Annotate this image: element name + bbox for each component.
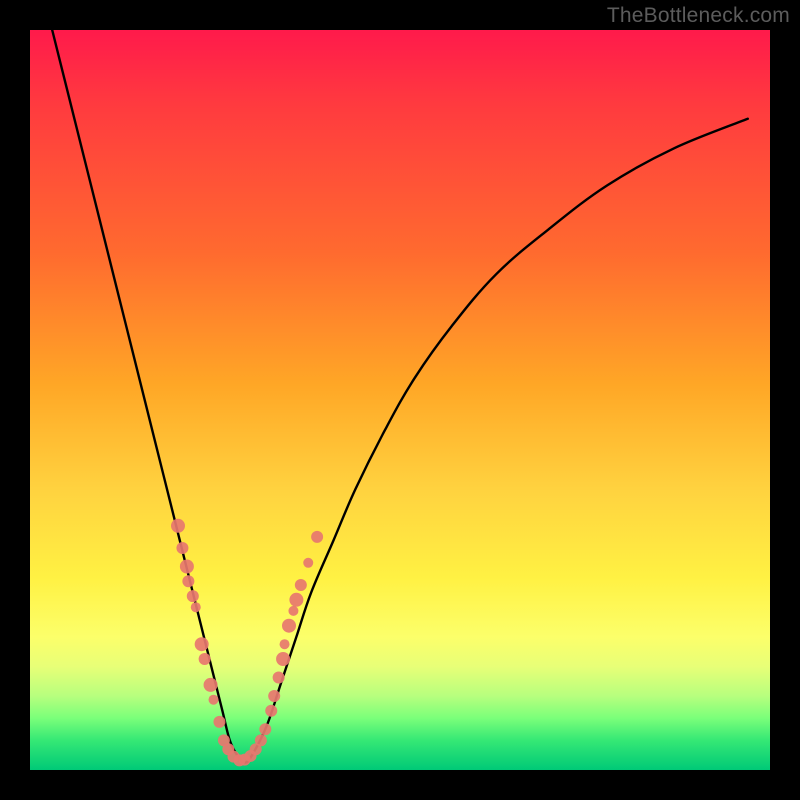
observations-scatter: [171, 519, 323, 767]
observation-point: [187, 590, 199, 602]
observation-point: [288, 606, 298, 616]
observation-point: [280, 639, 290, 649]
observation-point: [276, 652, 290, 666]
observation-point: [199, 653, 211, 665]
observation-point: [282, 619, 296, 633]
observation-point: [182, 575, 194, 587]
observation-point: [295, 579, 307, 591]
observation-point: [311, 531, 323, 543]
observation-point: [259, 723, 271, 735]
observation-point: [195, 637, 209, 651]
observation-point: [268, 690, 280, 702]
observation-point: [204, 678, 218, 692]
observation-point: [255, 734, 267, 746]
observation-point: [265, 705, 277, 717]
chart-svg: [30, 30, 770, 770]
bottleneck-curve: [52, 30, 748, 763]
observation-point: [273, 672, 285, 684]
observation-point: [209, 695, 219, 705]
observation-point: [303, 558, 313, 568]
observation-point: [289, 593, 303, 607]
observation-point: [180, 560, 194, 574]
plot-area: [30, 30, 770, 770]
chart-frame: TheBottleneck.com: [0, 0, 800, 800]
observation-point: [213, 716, 225, 728]
observation-point: [176, 542, 188, 554]
watermark-text: TheBottleneck.com: [607, 4, 790, 28]
observation-point: [171, 519, 185, 533]
observation-point: [191, 602, 201, 612]
